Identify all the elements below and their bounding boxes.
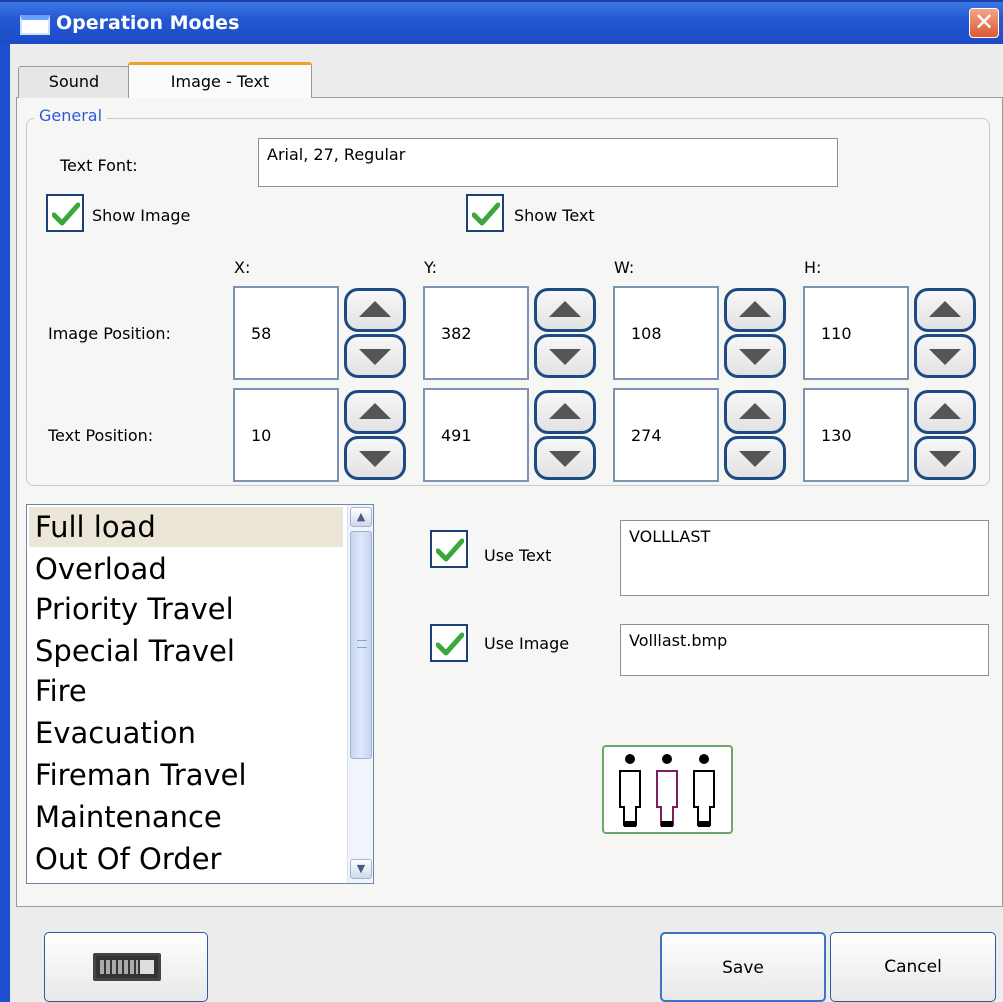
arrow-up-icon bbox=[739, 403, 771, 419]
scroll-down-icon[interactable]: ▼ bbox=[350, 859, 372, 879]
text-x-down-button[interactable] bbox=[344, 436, 406, 480]
arrow-down-icon bbox=[739, 349, 771, 365]
text-h-up-button[interactable] bbox=[914, 390, 976, 434]
arrow-up-icon bbox=[739, 301, 771, 317]
scrollbar-thumb[interactable] bbox=[350, 531, 372, 759]
checkmark-icon bbox=[52, 202, 80, 226]
keyboard-icon bbox=[93, 953, 161, 981]
close-button[interactable]: ✕ bbox=[969, 8, 999, 38]
tab-sound[interactable]: Sound bbox=[18, 66, 130, 98]
checkmark-icon bbox=[436, 538, 464, 562]
image-h-up-button[interactable] bbox=[914, 288, 976, 332]
arrow-down-icon bbox=[549, 451, 581, 467]
text-h-down-button[interactable] bbox=[914, 436, 976, 480]
use-text-label: Use Text bbox=[484, 546, 552, 565]
list-item[interactable]: Overload bbox=[29, 549, 343, 589]
show-text-label: Show Text bbox=[514, 206, 595, 225]
image-h-down-button[interactable] bbox=[914, 334, 976, 378]
column-header-h: H: bbox=[804, 258, 822, 277]
list-item[interactable]: Evacuation bbox=[29, 713, 343, 753]
list-item[interactable]: Full load bbox=[29, 507, 343, 547]
image-w-down-button[interactable] bbox=[724, 334, 786, 378]
text-w-field[interactable]: 274 bbox=[613, 388, 719, 482]
image-w-field[interactable]: 108 bbox=[613, 286, 719, 380]
operation-mode-list[interactable]: Full load Overload Priority Travel Speci… bbox=[26, 504, 374, 884]
list-item[interactable]: Fireman Travel bbox=[29, 755, 343, 795]
list-item[interactable]: Out Of Order bbox=[29, 839, 343, 879]
image-x-down-button[interactable] bbox=[344, 334, 406, 378]
list-item[interactable]: Priority Travel bbox=[29, 589, 343, 629]
text-font-field[interactable]: Arial, 27, Regular bbox=[258, 138, 838, 187]
use-image-checkbox[interactable] bbox=[430, 624, 468, 662]
tab-image-text[interactable]: Image - Text bbox=[128, 62, 312, 98]
cancel-button[interactable]: Cancel bbox=[830, 932, 996, 1002]
image-preview bbox=[602, 745, 733, 834]
arrow-up-icon bbox=[549, 403, 581, 419]
show-image-label: Show Image bbox=[92, 206, 191, 225]
image-y-up-button[interactable] bbox=[534, 288, 596, 332]
text-position-label: Text Position: bbox=[48, 426, 154, 445]
use-text-field[interactable]: VOLLLAST bbox=[620, 520, 989, 596]
list-item[interactable]: Maintenance bbox=[29, 797, 343, 837]
grip-icon bbox=[357, 640, 367, 648]
arrow-up-icon bbox=[359, 403, 391, 419]
column-header-y: Y: bbox=[424, 258, 438, 277]
arrow-up-icon bbox=[359, 301, 391, 317]
window-titlebar: Operation Modes ✕ bbox=[0, 0, 1003, 44]
arrow-up-icon bbox=[929, 403, 961, 419]
keyboard-button[interactable] bbox=[44, 932, 208, 1002]
image-x-up-button[interactable] bbox=[344, 288, 406, 332]
text-h-field[interactable]: 130 bbox=[803, 388, 909, 482]
scroll-up-icon[interactable]: ▲ bbox=[350, 507, 372, 527]
text-w-up-button[interactable] bbox=[724, 390, 786, 434]
save-button[interactable]: Save bbox=[660, 932, 826, 1002]
general-group-title: General bbox=[34, 106, 108, 125]
list-item[interactable]: Fire bbox=[29, 671, 343, 711]
image-w-up-button[interactable] bbox=[724, 288, 786, 332]
three-persons-icon bbox=[619, 754, 715, 827]
text-x-field[interactable]: 10 bbox=[233, 388, 339, 482]
text-font-label: Text Font: bbox=[60, 156, 138, 175]
arrow-down-icon bbox=[739, 451, 771, 467]
image-y-field[interactable]: 382 bbox=[423, 286, 529, 380]
image-position-label: Image Position: bbox=[48, 324, 171, 343]
use-image-label: Use Image bbox=[484, 634, 570, 653]
list-scrollbar[interactable]: ▲ ▼ bbox=[347, 505, 373, 883]
checkmark-icon bbox=[436, 632, 464, 656]
window-app-icon bbox=[20, 15, 50, 35]
text-y-field[interactable]: 491 bbox=[423, 388, 529, 482]
text-w-down-button[interactable] bbox=[724, 436, 786, 480]
image-x-field[interactable]: 58 bbox=[233, 286, 339, 380]
image-h-field[interactable]: 110 bbox=[803, 286, 909, 380]
arrow-down-icon bbox=[929, 451, 961, 467]
arrow-down-icon bbox=[359, 451, 391, 467]
image-y-down-button[interactable] bbox=[534, 334, 596, 378]
arrow-down-icon bbox=[549, 349, 581, 365]
arrow-down-icon bbox=[359, 349, 391, 365]
column-header-x: X: bbox=[234, 258, 251, 277]
use-text-checkbox[interactable] bbox=[430, 530, 468, 568]
window-title: Operation Modes bbox=[56, 12, 240, 34]
text-y-down-button[interactable] bbox=[534, 436, 596, 480]
column-header-w: W: bbox=[614, 258, 635, 277]
show-image-checkbox[interactable] bbox=[46, 194, 84, 232]
list-item[interactable]: Special Travel bbox=[29, 631, 343, 671]
text-y-up-button[interactable] bbox=[534, 390, 596, 434]
use-image-field[interactable]: Volllast.bmp bbox=[620, 624, 989, 676]
text-x-up-button[interactable] bbox=[344, 390, 406, 434]
checkmark-icon bbox=[472, 202, 500, 226]
window-frame bbox=[0, 44, 10, 1002]
arrow-up-icon bbox=[549, 301, 581, 317]
arrow-up-icon bbox=[929, 301, 961, 317]
show-text-checkbox[interactable] bbox=[466, 194, 504, 232]
arrow-down-icon bbox=[929, 349, 961, 365]
